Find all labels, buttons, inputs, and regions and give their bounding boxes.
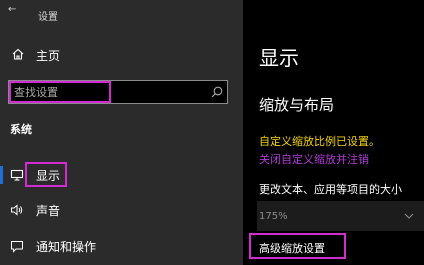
sidebar-item-label: 声音 bbox=[36, 204, 61, 218]
speaker-icon bbox=[11, 204, 23, 216]
scale-value: 175% bbox=[259, 211, 288, 222]
home-icon bbox=[12, 48, 24, 60]
custom-scale-warning: 自定义缩放比例已设置。 bbox=[259, 135, 380, 148]
display-highlight-box bbox=[25, 162, 67, 187]
search-icon[interactable] bbox=[210, 85, 224, 99]
sidebar-item-home-label: 主页 bbox=[36, 49, 61, 63]
sidebar-item-home[interactable]: 主页 bbox=[0, 42, 243, 68]
sidebar: ← 设置 主页 查找设置 系统 显示 声音 通知和操作 bbox=[0, 0, 243, 265]
section-heading-system: 系统 bbox=[10, 123, 32, 136]
advanced-highlight-box bbox=[249, 233, 346, 259]
section-title: 缩放与布局 bbox=[259, 96, 335, 114]
back-arrow-icon[interactable]: ← bbox=[8, 4, 16, 15]
monitor-icon bbox=[10, 169, 24, 181]
scale-label: 更改文本、应用等项目的大小 bbox=[259, 183, 402, 196]
title-bar: ← 设置 bbox=[0, 0, 243, 30]
main-panel: 显示 缩放与布局 自定义缩放比例已设置。 关闭自定义缩放并注销 更改文本、应用等… bbox=[243, 0, 424, 265]
sidebar-item-sound[interactable]: 声音 bbox=[0, 197, 243, 223]
app-title: 设置 bbox=[38, 12, 58, 23]
notification-icon bbox=[11, 241, 23, 253]
disable-custom-scale-link[interactable]: 关闭自定义缩放并注销 bbox=[259, 151, 369, 167]
page-title: 显示 bbox=[259, 46, 299, 70]
sidebar-item-label: 通知和操作 bbox=[36, 240, 97, 254]
active-indicator bbox=[0, 166, 3, 184]
chevron-down-icon bbox=[404, 213, 414, 219]
settings-window: ← 设置 主页 查找设置 系统 显示 声音 通知和操作 显示 缩放与布局 自定义… bbox=[0, 0, 424, 265]
search-highlight-box bbox=[9, 81, 111, 103]
sidebar-item-notifications[interactable]: 通知和操作 bbox=[0, 233, 243, 259]
